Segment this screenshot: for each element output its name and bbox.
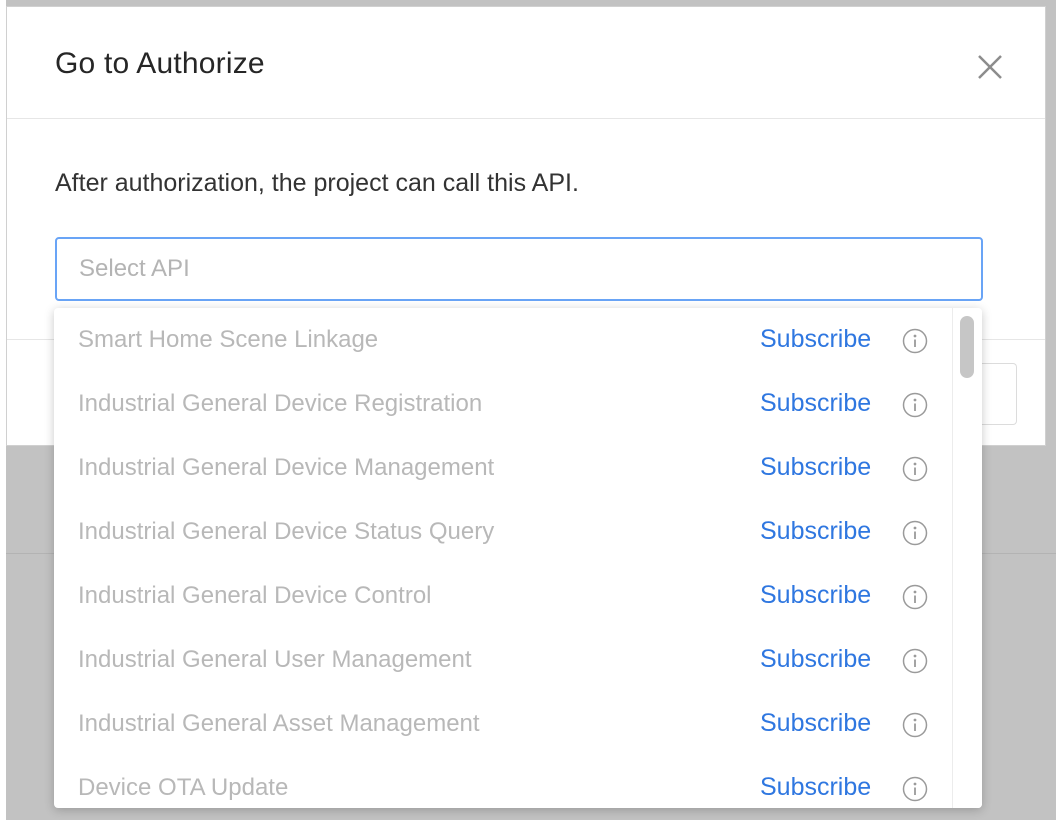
info-icon[interactable]: [902, 712, 928, 738]
page-edge: [0, 820, 1056, 828]
info-icon[interactable]: [902, 392, 928, 418]
modal-description: After authorization, the project can cal…: [55, 169, 579, 197]
modal-title: Go to Authorize: [55, 47, 265, 80]
api-option-label: Industrial General Device Control: [78, 582, 432, 609]
subscribe-link[interactable]: Subscribe: [760, 773, 871, 802]
api-option-label: Industrial General Device Status Query: [78, 518, 495, 545]
api-option-label: Industrial General Device Registration: [78, 390, 483, 417]
subscribe-link[interactable]: Subscribe: [760, 389, 871, 418]
subscribe-link[interactable]: Subscribe: [760, 645, 871, 674]
info-icon[interactable]: [902, 648, 928, 674]
info-icon[interactable]: [902, 584, 928, 610]
modal-header: Go to Authorize: [7, 7, 1045, 119]
footer-button[interactable]: [977, 363, 1017, 425]
api-option[interactable]: Industrial General Device Registration S…: [54, 372, 954, 436]
close-icon[interactable]: [973, 50, 1007, 84]
subscribe-link[interactable]: Subscribe: [760, 709, 871, 738]
dropdown-scrollbar-thumb[interactable]: [960, 316, 974, 378]
info-icon[interactable]: [902, 456, 928, 482]
api-option-label: Industrial General User Management: [78, 646, 472, 673]
api-option-label: Device OTA Update: [78, 774, 289, 801]
api-option-label: Smart Home Scene Linkage: [78, 326, 379, 353]
info-icon[interactable]: [902, 520, 928, 546]
info-icon[interactable]: [902, 776, 928, 802]
api-dropdown: Smart Home Scene Linkage Subscribe Indus…: [54, 308, 982, 808]
info-icon[interactable]: [902, 328, 928, 354]
api-option[interactable]: Industrial General Asset Management Subs…: [54, 692, 954, 756]
api-option[interactable]: Industrial General Device Control Subscr…: [54, 564, 954, 628]
api-option-label: Industrial General Asset Management: [78, 710, 480, 737]
subscribe-link[interactable]: Subscribe: [760, 453, 871, 482]
api-option[interactable]: Industrial General Device Management Sub…: [54, 436, 954, 500]
api-option[interactable]: Device OTA Update Subscribe: [54, 756, 954, 808]
select-api-input[interactable]: [55, 237, 983, 301]
subscribe-link[interactable]: Subscribe: [760, 517, 871, 546]
api-option[interactable]: Industrial General Device Status Query S…: [54, 500, 954, 564]
api-option-label: Industrial General Device Management: [78, 454, 495, 481]
subscribe-link[interactable]: Subscribe: [760, 581, 871, 610]
subscribe-link[interactable]: Subscribe: [760, 325, 871, 354]
api-option[interactable]: Industrial General User Management Subsc…: [54, 628, 954, 692]
dropdown-scrollbar-track[interactable]: [952, 308, 982, 808]
api-option[interactable]: Smart Home Scene Linkage Subscribe: [54, 308, 954, 372]
